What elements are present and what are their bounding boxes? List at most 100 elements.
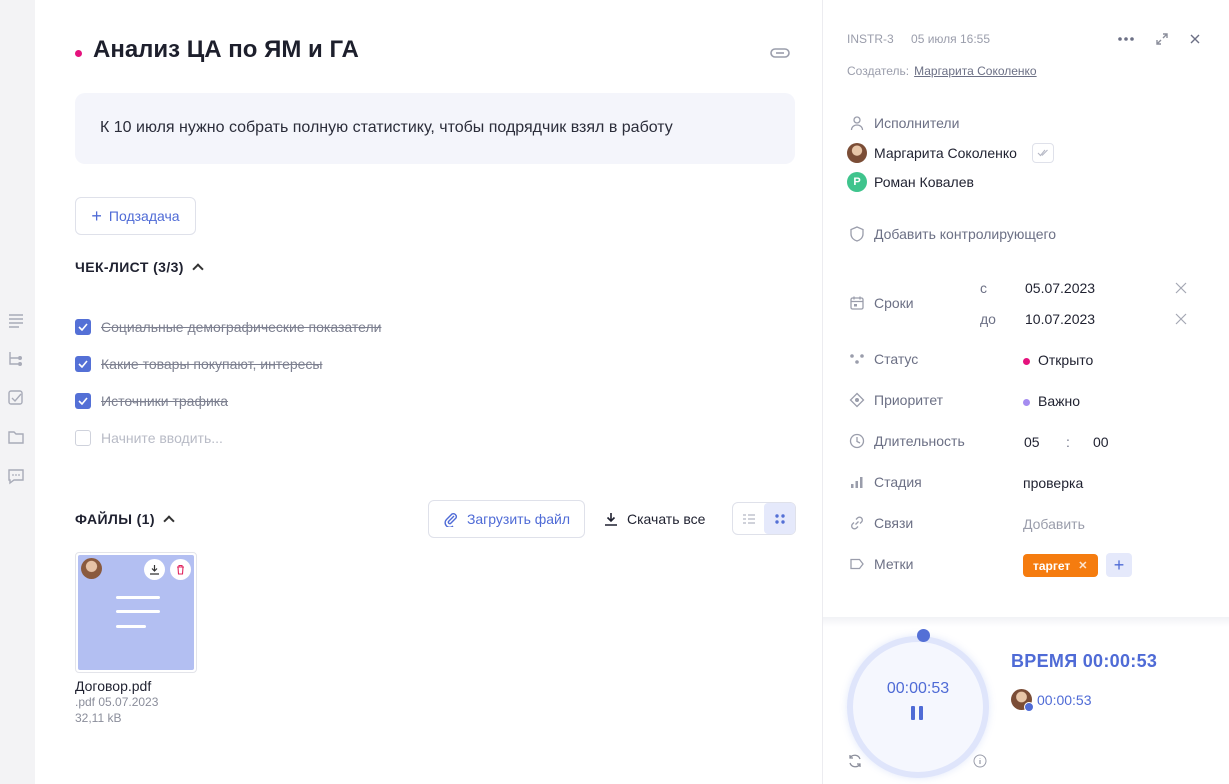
task-description[interactable]: К 10 июля нужно собрать полную статистик…: [75, 93, 795, 164]
creator-link[interactable]: Маргарита Соколенко: [914, 64, 1037, 78]
stage-label: Стадия: [874, 474, 922, 490]
uploader-avatar: [81, 558, 102, 579]
clear-to-icon[interactable]: [1174, 312, 1188, 326]
from-label: с: [980, 280, 987, 296]
add-controller-button[interactable]: Добавить контролирующего: [849, 226, 1056, 242]
file-thumbnail[interactable]: [78, 555, 194, 670]
tags-field: Метки: [849, 556, 914, 572]
assignee-item[interactable]: Маргарита Соколенко: [847, 142, 1054, 164]
download-all-label: Скачать все: [627, 511, 706, 527]
checkbox-checked[interactable]: [75, 319, 91, 335]
checkbox-checked[interactable]: [75, 356, 91, 372]
checklist-item[interactable]: Какие товары покупают, интересы: [75, 354, 322, 374]
calendar-icon: [850, 296, 864, 310]
list-icon[interactable]: [7, 311, 25, 329]
status-label: Статус: [874, 351, 919, 367]
link-icon[interactable]: [769, 44, 791, 62]
clear-from-icon[interactable]: [1174, 281, 1188, 295]
time-total-title: ВРЕМЯ 00:00:53: [1011, 651, 1158, 671]
task-meta: INSTR-3 05 июля 16:55: [847, 32, 1004, 46]
status-field: Статус: [849, 351, 918, 367]
doc-line: [116, 610, 160, 613]
refresh-icon[interactable]: [847, 753, 863, 769]
duration-minutes[interactable]: 00: [1093, 434, 1109, 450]
avatar: Р: [847, 172, 867, 192]
upload-file-label: Загрузить файл: [466, 511, 571, 527]
checklist-title: ЧЕК-ЛИСТ (3/3): [75, 259, 184, 275]
assignees-header: Исполнители: [849, 115, 959, 131]
task-details-panel: INSTR-3 05 июля 16:55 Создатель: Маргарит…: [822, 0, 1229, 784]
checklist-new-item[interactable]: Начните вводить...: [75, 428, 223, 448]
links-label: Связи: [874, 515, 914, 531]
add-tag-button[interactable]: +: [1106, 553, 1132, 577]
status-text: Открыто: [1038, 352, 1094, 368]
checklist-item-label: Источники трафика: [101, 393, 229, 409]
avatar: [1011, 689, 1034, 712]
to-date[interactable]: 10.07.2023: [1025, 311, 1095, 327]
status-dot: [75, 50, 82, 57]
checklist-header[interactable]: ЧЕК-ЛИСТ (3/3): [75, 259, 204, 275]
status-color-dot: [1023, 358, 1030, 365]
download-icon[interactable]: [144, 559, 165, 580]
upload-file-button[interactable]: Загрузить файл: [428, 500, 585, 538]
duration-field: Длительность: [849, 433, 965, 449]
tag-text: таргет: [1033, 558, 1071, 573]
doc-line: [116, 625, 146, 628]
files-header[interactable]: ФАЙЛЫ (1): [75, 511, 175, 527]
pause-icon[interactable]: [909, 706, 925, 722]
file-name[interactable]: Договор.pdf: [75, 678, 151, 694]
task-title[interactable]: Анализ ЦА по ЯМ и ГА: [93, 36, 359, 64]
expand-icon[interactable]: [1153, 30, 1171, 48]
tag-icon: [850, 558, 864, 570]
assignee-item[interactable]: Р Роман Ковалев: [847, 171, 974, 193]
duration-hours[interactable]: 05: [1024, 434, 1040, 450]
list-view-icon[interactable]: [733, 503, 764, 534]
chevron-up-icon: [163, 515, 175, 527]
file-card[interactable]: [75, 552, 197, 673]
timer-display: 00:00:53: [886, 680, 950, 697]
chat-icon[interactable]: [7, 467, 25, 485]
status-value[interactable]: Открыто: [1023, 352, 1093, 368]
info-icon[interactable]: [973, 754, 987, 768]
checklist-new-input[interactable]: Начните вводить...: [101, 430, 223, 446]
file-size: 32,11 kB: [75, 711, 122, 725]
duration-label: Длительность: [874, 433, 965, 449]
folder-icon[interactable]: [7, 428, 25, 446]
stage-value[interactable]: проверка: [1023, 475, 1083, 491]
priority-icon: [849, 392, 865, 408]
checkbox-empty[interactable]: [75, 430, 91, 446]
deadline-label: Сроки: [874, 295, 914, 311]
paperclip-icon: [444, 513, 457, 527]
assignee-name: Маргарита Соколенко: [874, 145, 1017, 161]
close-icon[interactable]: [1186, 30, 1204, 48]
download-all-button[interactable]: Скачать все: [603, 500, 705, 538]
assignees-label: Исполнители: [874, 115, 960, 131]
checkbox-checked[interactable]: [75, 393, 91, 409]
priority-label: Приоритет: [874, 392, 944, 408]
file-meta: .pdf 05.07.2023: [75, 695, 159, 709]
tag-chip[interactable]: таргет ✕: [1023, 554, 1098, 577]
more-icon[interactable]: [1117, 30, 1135, 48]
avatar: [847, 143, 867, 163]
from-date[interactable]: 05.07.2023: [1025, 280, 1095, 296]
download-icon: [605, 513, 617, 526]
deadline-field: Сроки: [849, 295, 914, 311]
priority-value[interactable]: Важно: [1023, 393, 1080, 409]
trash-icon[interactable]: [170, 559, 191, 580]
task-id: INSTR-3: [847, 32, 894, 46]
checklist-item[interactable]: Источники трафика: [75, 391, 228, 411]
checklist-item-label: Социальные демографические показатели: [101, 319, 382, 335]
clock-icon: [849, 433, 865, 449]
remove-tag-icon[interactable]: ✕: [1078, 559, 1087, 572]
view-toggle: [732, 502, 796, 535]
add-link-button[interactable]: Добавить: [1023, 516, 1085, 532]
grid-view-icon[interactable]: [764, 503, 795, 534]
priority-color-dot: [1023, 399, 1030, 406]
add-subtask-button[interactable]: + Подзадача: [75, 197, 196, 235]
hierarchy-icon[interactable]: [7, 350, 25, 368]
double-check-icon[interactable]: [1031, 143, 1054, 163]
add-subtask-label: Подзадача: [108, 208, 180, 224]
checklist-item[interactable]: Социальные демографические показатели: [75, 317, 381, 337]
checkbox-icon[interactable]: [7, 389, 25, 407]
add-controller-label: Добавить контролирующего: [874, 226, 1057, 242]
